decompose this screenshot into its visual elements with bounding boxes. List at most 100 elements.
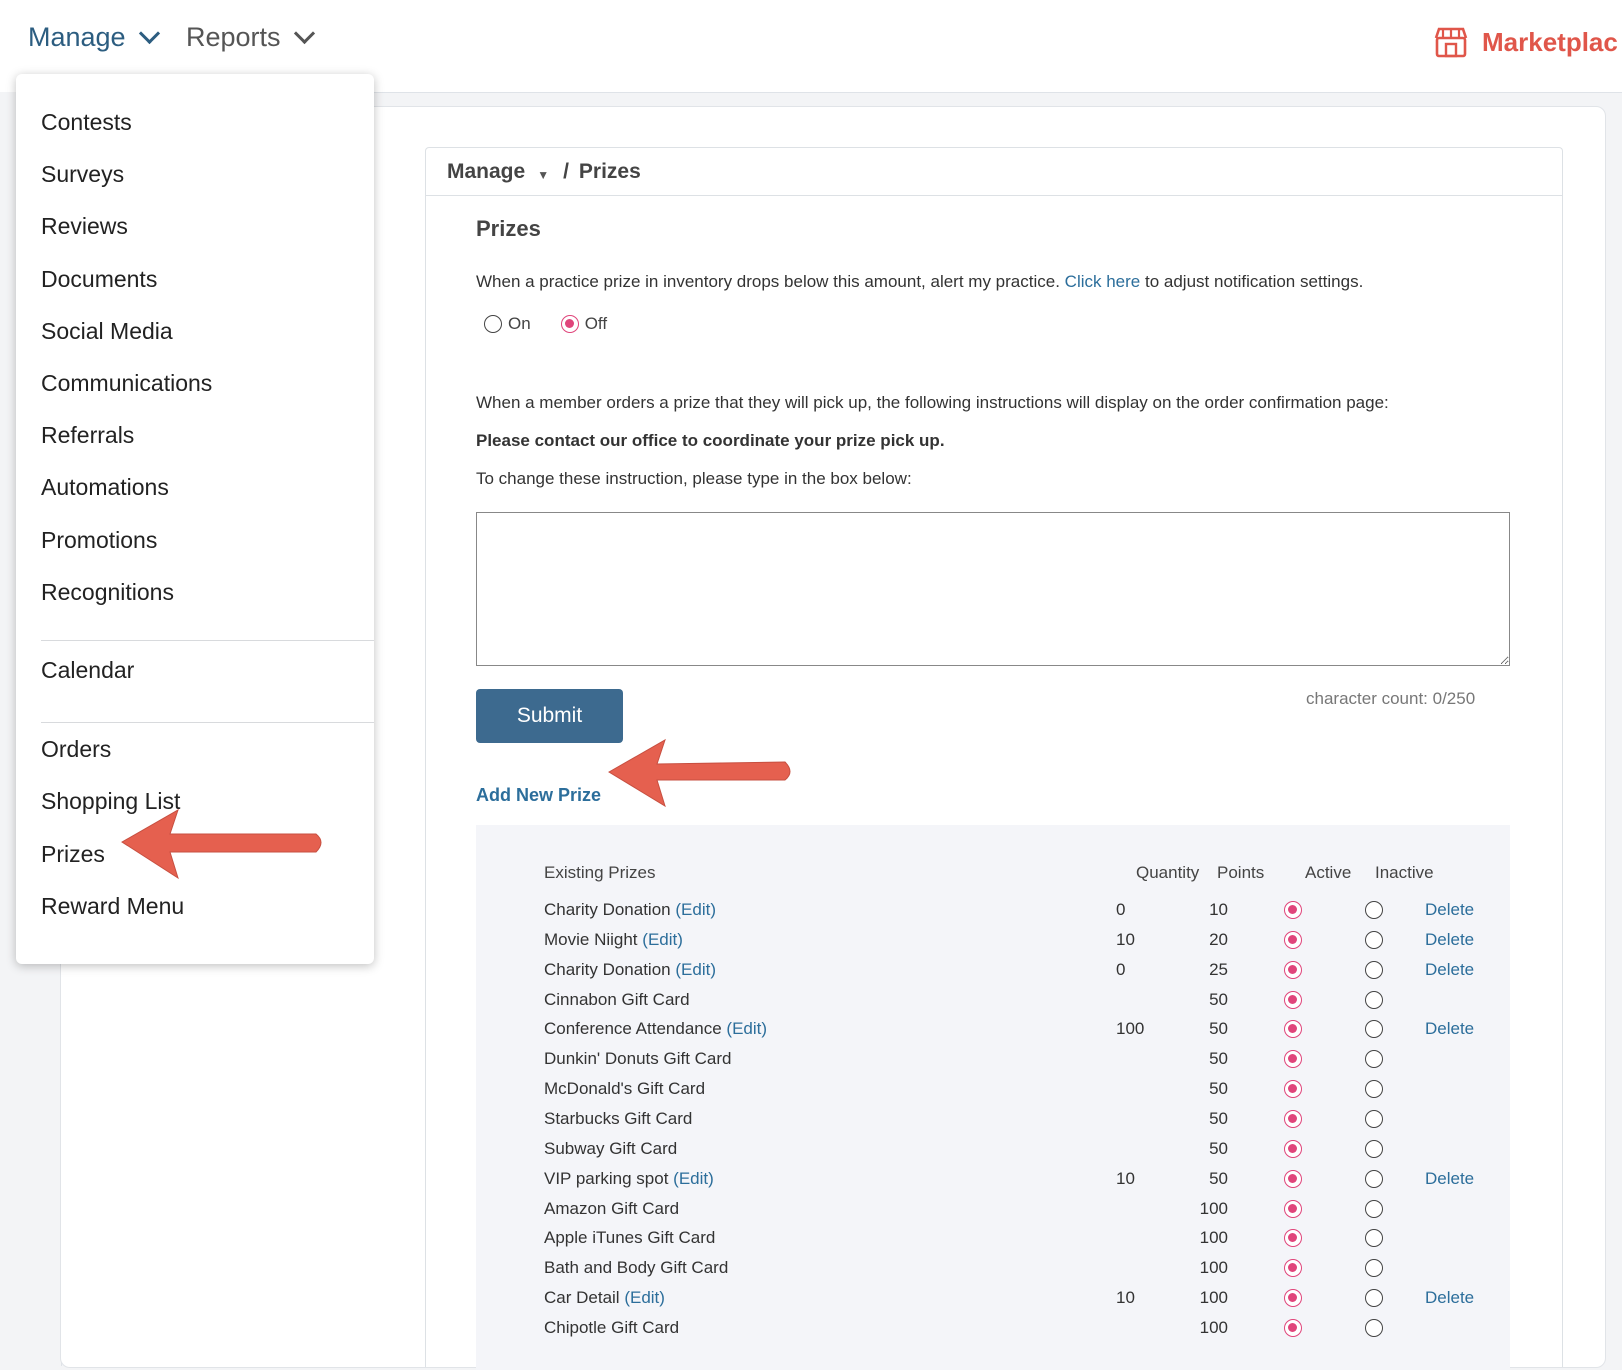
prize-points: 50 (1209, 1049, 1228, 1069)
menu-item-recognitions[interactable]: Recognitions (41, 579, 174, 606)
prize-points: 20 (1209, 929, 1228, 949)
prize-name: Starbucks Gift Card (544, 1108, 693, 1128)
delete-link[interactable]: Delete (1425, 1169, 1474, 1189)
menu-item-reviews[interactable]: Reviews (41, 213, 128, 240)
active-radio[interactable] (1284, 1169, 1302, 1188)
edit-link[interactable]: (Edit) (726, 1019, 767, 1038)
header-active: Active (1305, 863, 1352, 882)
edit-link[interactable]: (Edit) (673, 1169, 714, 1188)
nav-reports[interactable]: Reports (186, 22, 315, 53)
active-radio[interactable] (1284, 930, 1302, 949)
menu-item-social-media[interactable]: Social Media (41, 318, 173, 345)
arrow-annotation-icon (121, 808, 322, 880)
table-row: Cinnabon Gift Card 50 (476, 990, 1510, 1020)
inactive-radio[interactable] (1365, 1229, 1383, 1248)
breadcrumb-manage[interactable]: Manage (447, 160, 525, 184)
inactive-radio[interactable] (1365, 1259, 1383, 1278)
active-radio[interactable] (1284, 1139, 1302, 1158)
menu-item-automations[interactable]: Automations (41, 474, 169, 501)
delete-link[interactable]: Delete (1425, 900, 1474, 920)
prize-name: Movie Niight (Edit) (544, 929, 683, 949)
active-radio[interactable] (1284, 1080, 1302, 1099)
radio-on-option[interactable]: On (484, 314, 531, 334)
delete-link[interactable]: Delete (1425, 1019, 1474, 1039)
instructions-textarea[interactable] (476, 512, 1510, 666)
notification-settings-link[interactable]: Click here (1065, 272, 1141, 291)
inactive-radio[interactable] (1365, 930, 1383, 949)
caret-down-icon[interactable]: ▼ (537, 168, 549, 182)
header-quantity: Quantity (1136, 863, 1200, 882)
menu-item-contests[interactable]: Contests (41, 109, 132, 136)
active-radio[interactable] (1284, 1109, 1302, 1128)
active-radio[interactable] (1284, 1199, 1302, 1218)
add-new-prize-link[interactable]: Add New Prize (476, 785, 601, 806)
menu-item-reward-menu[interactable]: Reward Menu (41, 893, 184, 920)
inactive-radio[interactable] (1365, 901, 1383, 919)
radio-on[interactable] (484, 315, 502, 333)
nav-manage[interactable]: Manage (28, 22, 160, 53)
menu-item-prizes[interactable]: Prizes (41, 841, 105, 868)
active-radio[interactable] (1284, 960, 1302, 979)
edit-link[interactable]: (Edit) (675, 900, 716, 919)
prize-name: Conference Attendance (Edit) (544, 1019, 768, 1039)
marketplace-link[interactable]: Marketplac (1434, 26, 1618, 58)
prize-points: 50 (1209, 989, 1228, 1009)
arrow-annotation-icon (608, 738, 791, 808)
prize-points: 100 (1199, 1317, 1228, 1337)
radio-off-option[interactable]: Off (560, 314, 608, 334)
edit-link[interactable]: (Edit) (675, 960, 716, 979)
menu-item-calendar[interactable]: Calendar (41, 657, 134, 684)
chevron-down-icon (138, 22, 160, 45)
inactive-radio[interactable] (1365, 1169, 1383, 1188)
menu-item-promotions[interactable]: Promotions (41, 527, 157, 554)
table-row: Movie Niight (Edit) 10 20 Delete (476, 930, 1510, 960)
inactive-radio[interactable] (1365, 1139, 1383, 1158)
prize-points: 10 (1209, 900, 1228, 919)
delete-link[interactable]: Delete (1425, 960, 1474, 980)
prize-points: 100 (1199, 1198, 1228, 1218)
inactive-radio[interactable] (1365, 1318, 1383, 1337)
menu-item-communications[interactable]: Communications (41, 370, 212, 397)
alert-radio-group: On Off (484, 314, 607, 334)
delete-link[interactable]: Delete (1425, 930, 1474, 950)
active-radio[interactable] (1284, 1229, 1302, 1248)
chevron-down-icon (293, 22, 315, 45)
prize-points: 50 (1209, 1168, 1228, 1188)
prize-name: Subway Gift Card (544, 1138, 678, 1158)
active-radio[interactable] (1284, 1289, 1302, 1308)
prize-name: Dunkin' Donuts Gift Card (544, 1049, 732, 1069)
inactive-radio[interactable] (1365, 1289, 1383, 1308)
prize-name: Apple iTunes Gift Card (544, 1228, 716, 1248)
inactive-radio[interactable] (1365, 1080, 1383, 1099)
menu-item-orders[interactable]: Orders (41, 736, 111, 763)
breadcrumb-separator: / (563, 159, 569, 183)
active-radio[interactable] (1284, 1259, 1302, 1278)
inactive-radio[interactable] (1365, 1020, 1383, 1039)
prizes-card: Manage ▼ / Prizes Prizes When a practice… (425, 147, 1563, 1370)
radio-off-label: Off (584, 314, 608, 333)
active-radio[interactable] (1284, 1318, 1302, 1337)
submit-button[interactable]: Submit (476, 689, 623, 743)
delete-link[interactable]: Delete (1425, 1288, 1474, 1308)
edit-link[interactable]: (Edit) (624, 1288, 665, 1307)
inactive-radio[interactable] (1365, 1050, 1383, 1069)
prize-quantity: 100 (1116, 1019, 1145, 1039)
menu-item-documents[interactable]: Documents (41, 266, 157, 293)
inactive-radio[interactable] (1365, 960, 1383, 979)
nav-manage-label: Manage (28, 22, 126, 52)
prize-name: Amazon Gift Card (544, 1198, 680, 1218)
active-radio[interactable] (1284, 1050, 1302, 1069)
pickup-intro: When a member orders a prize that they w… (476, 393, 1389, 412)
menu-item-surveys[interactable]: Surveys (41, 161, 124, 188)
inactive-radio[interactable] (1365, 1199, 1383, 1218)
inactive-radio[interactable] (1365, 990, 1383, 1009)
active-radio[interactable] (1284, 990, 1302, 1009)
radio-off[interactable] (560, 315, 579, 333)
menu-item-referrals[interactable]: Referrals (41, 422, 134, 449)
table-row: Bath and Body Gift Card 100 (476, 1258, 1510, 1288)
inactive-radio[interactable] (1365, 1109, 1383, 1128)
menu-divider (41, 722, 374, 723)
edit-link[interactable]: (Edit) (642, 930, 683, 949)
active-radio[interactable] (1284, 1020, 1302, 1039)
active-radio[interactable] (1284, 901, 1302, 919)
